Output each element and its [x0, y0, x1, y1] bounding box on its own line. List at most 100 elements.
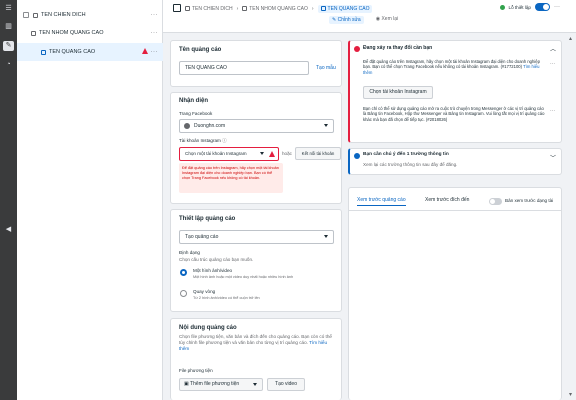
ad-name-heading: Tên quảng cáo	[179, 47, 222, 53]
more-icon[interactable]: ···	[554, 4, 560, 10]
more-icon[interactable]: ···	[550, 108, 555, 114]
instagram-error-message: Để đặt quảng cáo trên Instagram, hãy chọ…	[179, 163, 283, 193]
page-scrollbar[interactable]: ▴ ▾	[568, 33, 576, 400]
info-icon	[354, 153, 360, 159]
chart-icon[interactable]: ▥	[3, 22, 14, 32]
facebook-page-select[interactable]: Duonghn.com	[179, 119, 334, 133]
tree-adset-label: TEN NHOM QUANG CAO	[39, 30, 104, 36]
tree-campaign-label: TEN CHIEN DICH	[41, 12, 86, 18]
tab-review[interactable]: ◉ Xem lại	[376, 16, 398, 24]
create-template-link[interactable]: Tạo mẫu	[316, 65, 336, 71]
radio-carousel[interactable]	[180, 290, 187, 297]
ad-icon	[320, 6, 326, 11]
more-icon[interactable]: ···	[151, 12, 159, 18]
divider	[349, 210, 561, 211]
ad-name-input[interactable]: TEN QUANG CAO	[179, 61, 309, 75]
radio-single-media[interactable]	[180, 269, 187, 276]
scroll-down-icon[interactable]: ▾	[569, 391, 572, 398]
tree-ad[interactable]: TEN QUANG CAO ···	[17, 43, 163, 61]
info-icon: ⓘ	[222, 138, 227, 143]
image-icon: ▣	[184, 381, 189, 387]
connect-account-button[interactable]: Kết nối tài khoản	[295, 147, 341, 160]
tree-ad-label: TEN QUANG CAO	[49, 49, 96, 55]
alert-title: Đang xảy ra thay đổi cần bạn	[363, 45, 433, 51]
crumb-campaign[interactable]: TEN CHIEN DICH	[185, 6, 233, 12]
tab-edit-label: Chỉnh sửa	[337, 17, 361, 23]
more-icon[interactable]: ···	[151, 49, 159, 55]
preview-toggle[interactable]	[489, 198, 502, 205]
info-card: Bạn cần chú ý đến 1 trường thông tin Xem…	[348, 148, 562, 175]
add-media-button[interactable]: ▣ Thêm file phương tiện	[179, 378, 263, 391]
crumb-label: TEN NHOM QUANG CAO	[249, 5, 308, 12]
error-icon	[354, 46, 360, 52]
instagram-select[interactable]: Chọn một tài khoản Instagram	[179, 147, 279, 161]
status-dot	[499, 4, 505, 10]
ad-content-desc: Chọn file phương tiện, văn bản và đích đ…	[179, 334, 335, 352]
ad-content-heading: Nội dung quảng cáo	[179, 325, 237, 331]
more-icon[interactable]: ···	[550, 61, 555, 67]
format-desc: Chọn cấu trúc quảng cáo bạn muốn.	[179, 257, 254, 262]
crumb-ad[interactable]: TEN QUANG CAO	[317, 4, 373, 13]
clock-icon[interactable]: ◔	[3, 60, 14, 70]
chevron-down-icon	[324, 124, 328, 127]
choose-instagram-button[interactable]: Chọn tài khoản Instagram	[363, 86, 433, 99]
status-toggle[interactable]	[535, 3, 550, 11]
ad-name-card: Tên quảng cáo TEN QUANG CAO Tạo mẫu	[170, 40, 342, 87]
info-desc: Xem lại các trường thông tin sau đây để …	[363, 162, 458, 167]
ad-setup-heading: Thiết lập quảng cáo	[179, 216, 236, 222]
create-ad-select[interactable]: Tạo quảng cáo	[179, 230, 334, 244]
collapse-icon[interactable]: ◀	[3, 225, 14, 235]
status-text: Lỗ thiết lập	[508, 4, 531, 10]
scroll-up-icon[interactable]: ▴	[569, 35, 572, 42]
chevron-down-icon	[253, 383, 257, 386]
folder-icon	[33, 12, 38, 18]
chevron-up-icon[interactable]: ︿	[550, 44, 556, 53]
identity-card: Nhận diện Trang Facebook Duonghn.com Tài…	[170, 92, 342, 204]
instagram-select-text: Chọn một tài khoản Instagram	[185, 151, 247, 156]
tree-adset[interactable]: TEN NHOM QUANG CAO ···	[17, 24, 163, 42]
tab-review-label: Xem lại	[381, 16, 399, 22]
chevron-down-icon[interactable]: ﹀	[550, 153, 556, 162]
crumb-label: TEN CHIEN DICH	[192, 5, 233, 12]
page-avatar	[184, 123, 190, 129]
tree-campaign[interactable]: TEN CHIEN DICH ···	[17, 6, 163, 24]
tab-edit[interactable]: ✎ Chỉnh sửa	[329, 16, 364, 24]
alert-text-1: Để đặt quảng cáo trên Instagram, hãy chọ…	[363, 59, 546, 75]
info-title: Bạn cần chú ý đến 1 trường thông tin	[363, 152, 449, 157]
sidebar-toggle-icon[interactable]	[173, 4, 181, 12]
preview-card: Xem trước quảng cáo Xem trước đích đến B…	[348, 187, 562, 400]
top-bar: TEN CHIEN DICH › TEN NHOM QUANG CAO › TE…	[163, 0, 576, 33]
create-video-button[interactable]: Tạo video	[267, 378, 305, 391]
create-ad-text: Tạo quảng cáo	[185, 234, 219, 240]
menu-icon[interactable]: ☰	[3, 4, 14, 14]
folder-icon	[185, 6, 190, 11]
media-label: File phương tiện	[179, 368, 213, 373]
pencil-icon[interactable]: ✎	[3, 41, 14, 51]
ad-content-card: Nội dung quảng cáo Chọn file phương tiện…	[170, 318, 342, 400]
grid-icon	[242, 6, 248, 11]
left-rail: ☰ ▥ ✎ ◔ ◀	[0, 0, 17, 400]
tab-ad-preview[interactable]: Xem trước quảng cáo	[357, 197, 406, 206]
grid-icon	[31, 30, 36, 36]
option-carousel-desc: Từ 2 hình ảnh/video có thể cuộn trở lên	[193, 296, 260, 300]
more-icon[interactable]: ···	[151, 30, 159, 36]
crumb-label: TEN QUANG CAO	[327, 5, 370, 12]
status-area: Lỗ thiết lập ···	[499, 3, 560, 11]
instagram-label: Tài khoản Instagram ⓘ	[179, 138, 227, 144]
checkbox[interactable]	[23, 12, 29, 18]
warning-icon	[269, 151, 275, 157]
tab-destination-preview[interactable]: Xem trước đích đến	[425, 197, 469, 203]
format-label: Định dạng	[179, 250, 200, 255]
crumb-adset[interactable]: TEN NHOM QUANG CAO	[242, 6, 308, 12]
alert-text-1-body: Để đặt quảng cáo trên Instagram, hãy chọ…	[363, 59, 540, 70]
error-alert-card: Đang xảy ra thay đổi cần bạn ︿ Để đặt qu…	[348, 40, 562, 143]
identity-heading: Nhận diện	[179, 98, 209, 104]
option-single-desc: Một hình ảnh hoặc một video duy nhất hoặ…	[193, 275, 294, 279]
instagram-label-text: Tài khoản Instagram	[179, 138, 221, 143]
chevron-down-icon	[260, 152, 264, 155]
ad-icon	[41, 49, 46, 55]
ad-setup-card: Thiết lập quảng cáo Tạo quảng cáo Định d…	[170, 209, 342, 312]
chevron-down-icon	[324, 235, 328, 238]
alert-text-2: Bạn chỉ có thể sử dụng quảng cáo mở ra c…	[363, 106, 545, 122]
breadcrumb: TEN CHIEN DICH › TEN NHOM QUANG CAO › TE…	[185, 3, 373, 14]
